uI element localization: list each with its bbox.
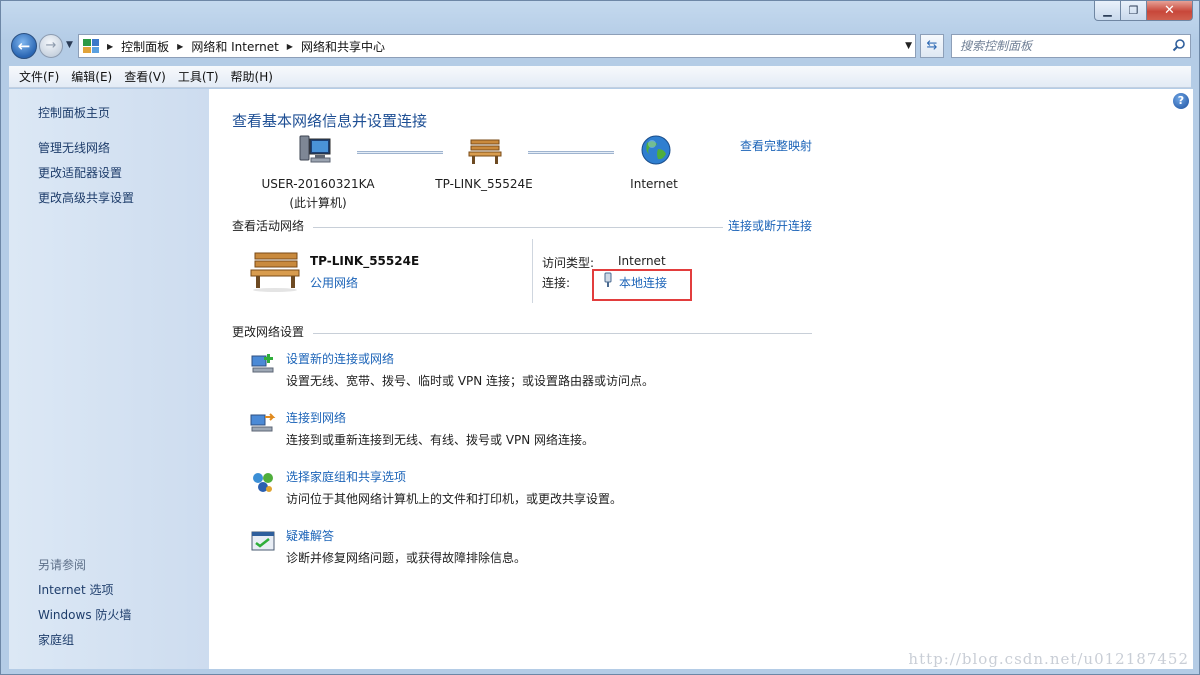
map-computer-label: USER-20160321KA (此计算机): [248, 177, 388, 211]
menu-view[interactable]: 查看(V): [118, 68, 172, 85]
connections-label: 连接:: [542, 276, 571, 290]
menu-file[interactable]: 文件(F): [13, 68, 65, 85]
map-network-label: TP-LINK_55524E: [435, 177, 533, 191]
troubleshoot-link[interactable]: 疑难解答: [286, 527, 334, 544]
troubleshoot-icon: [251, 531, 275, 551]
view-full-map-link[interactable]: 查看完整映射: [740, 137, 812, 154]
forward-arrow-icon: →: [45, 38, 57, 53]
globe-icon: [641, 135, 671, 165]
local-connection-link[interactable]: 本地连接: [619, 274, 667, 291]
setup-connection-desc: 设置无线、宽带、拨号、临时或 VPN 连接；或设置路由器或访问点。: [286, 374, 655, 388]
minimize-icon: ▁: [1103, 4, 1112, 17]
computer-sub-label: (此计算机): [289, 196, 347, 210]
address-history-dropdown[interactable]: ▼: [905, 41, 912, 51]
sidebar: 控制面板主页 管理无线网络 更改适配器设置 更改高级共享设置 另请参阅 Inte…: [9, 89, 209, 669]
active-network-name: TP-LINK_55524E: [310, 254, 420, 268]
connect-network-link[interactable]: 连接到网络: [286, 409, 346, 426]
ethernet-plug-icon: [604, 272, 612, 287]
public-network-bench-icon: [250, 252, 300, 292]
close-button[interactable]: ✕: [1147, 1, 1193, 21]
watermark: http://blog.csdn.net/u012187452: [908, 650, 1189, 668]
access-type-value: Internet: [618, 254, 666, 268]
breadcrumb-chevron-icon[interactable]: ▶: [107, 42, 113, 51]
menu-edit[interactable]: 编辑(E): [65, 68, 118, 85]
section-divider: [313, 227, 723, 228]
minimize-button[interactable]: ▁: [1094, 1, 1121, 21]
recent-pages-dropdown[interactable]: ▼: [66, 40, 73, 50]
help-icon[interactable]: ?: [1173, 93, 1189, 109]
menu-tools[interactable]: 工具(T): [172, 68, 225, 85]
breadcrumb-chevron-icon[interactable]: ▶: [287, 42, 293, 51]
refresh-button[interactable]: ⇆: [920, 34, 944, 58]
change-settings-heading: 更改网络设置: [232, 325, 305, 339]
sidebar-internet-options[interactable]: Internet 选项: [38, 581, 113, 598]
menu-help[interactable]: 帮助(H): [225, 68, 279, 85]
window-frame: ▁ ❐ ✕ ← → ▼ ▶ 控制面板 ▶ 网络和 Internet ▶ 网络和共…: [0, 0, 1200, 675]
connect-network-icon: [250, 413, 276, 432]
vertical-divider: [532, 239, 533, 303]
breadcrumb-chevron-icon[interactable]: ▶: [177, 42, 183, 51]
map-connector-line: [357, 151, 443, 154]
setup-connection-link[interactable]: 设置新的连接或网络: [286, 350, 394, 367]
control-panel-icon: [83, 39, 99, 53]
sidebar-advanced-sharing[interactable]: 更改高级共享设置: [38, 189, 134, 206]
page-title: 查看基本网络信息并设置连接: [232, 112, 428, 130]
new-connection-icon: [251, 354, 274, 373]
close-icon: ✕: [1164, 3, 1175, 18]
main-content: ? 查看基本网络信息并设置连接 查看完整映射 USER-20160321KA (…: [209, 89, 1193, 669]
sidebar-control-panel-home[interactable]: 控制面板主页: [38, 104, 110, 121]
maximize-icon: ❐: [1128, 4, 1139, 17]
sidebar-see-also-heading: 另请参阅: [38, 558, 87, 572]
computer-name: USER-20160321KA: [261, 177, 375, 191]
breadcrumb-network-sharing-center[interactable]: 网络和共享中心: [301, 38, 385, 55]
navigation-bar: ← → ▼ ▶ 控制面板 ▶ 网络和 Internet ▶ 网络和共享中心 ▼ …: [9, 32, 1191, 60]
search-icon[interactable]: [1172, 38, 1186, 52]
connect-disconnect-link[interactable]: 连接或断开连接: [728, 217, 812, 234]
homegroup-sharing-desc: 访问位于其他网络计算机上的文件和打印机，或更改共享设置。: [286, 492, 623, 506]
homegroup-icon: [253, 473, 273, 492]
network-type-link[interactable]: 公用网络: [310, 274, 358, 291]
search-placeholder: 搜索控制面板: [960, 39, 1033, 53]
homegroup-sharing-link[interactable]: 选择家庭组和共享选项: [286, 468, 406, 485]
map-internet-label: Internet: [630, 177, 678, 191]
maximize-button[interactable]: ❐: [1121, 1, 1147, 21]
back-arrow-icon: ←: [17, 37, 31, 55]
bench-icon: [468, 139, 502, 164]
menu-bar: 文件(F) 编辑(E) 查看(V) 工具(T) 帮助(H): [9, 66, 1191, 88]
forward-button[interactable]: →: [39, 34, 63, 58]
map-connector-line: [528, 151, 614, 154]
active-networks-heading: 查看活动网络: [232, 219, 305, 233]
section-divider: [313, 333, 812, 334]
access-type-label: 访问类型:: [542, 256, 595, 270]
refresh-icon: ⇆: [926, 38, 938, 53]
sidebar-windows-firewall[interactable]: Windows 防火墙: [38, 606, 131, 623]
troubleshoot-desc: 诊断并修复网络问题，或获得故障排除信息。: [286, 551, 527, 565]
connect-network-desc: 连接到或重新连接到无线、有线、拨号或 VPN 网络连接。: [286, 433, 595, 447]
back-button[interactable]: ←: [11, 33, 37, 59]
breadcrumb-network-internet[interactable]: 网络和 Internet: [191, 38, 278, 55]
breadcrumb-control-panel[interactable]: 控制面板: [121, 38, 169, 55]
caption-buttons: ▁ ❐ ✕: [1094, 1, 1193, 21]
sidebar-manage-wireless[interactable]: 管理无线网络: [38, 139, 110, 156]
sidebar-change-adapter[interactable]: 更改适配器设置: [38, 164, 122, 181]
search-input[interactable]: 搜索控制面板: [951, 34, 1191, 58]
sidebar-homegroup[interactable]: 家庭组: [38, 631, 74, 648]
computer-icon: [299, 135, 331, 163]
address-bar[interactable]: ▶ 控制面板 ▶ 网络和 Internet ▶ 网络和共享中心 ▼: [78, 34, 916, 58]
